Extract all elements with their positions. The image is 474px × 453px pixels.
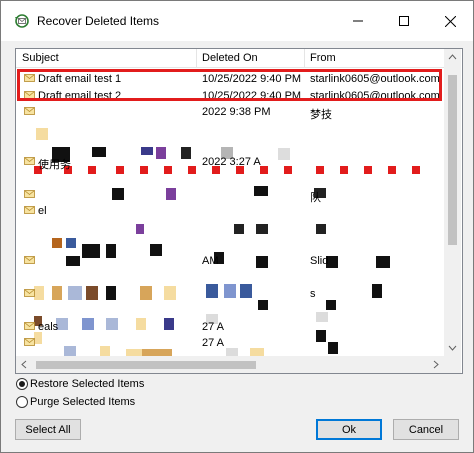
list-item[interactable] — [16, 137, 444, 153]
column-header: Subject Deleted On From — [16, 49, 444, 68]
list-item[interactable]: 2022 9:38 PM 梦技 — [16, 104, 444, 121]
cell-deleted-on: 2022 9:38 PM — [202, 106, 271, 118]
list-item[interactable] — [16, 236, 444, 252]
column-deleted-on[interactable]: Deleted On — [202, 52, 258, 64]
list-item[interactable] — [16, 170, 444, 186]
list-item[interactable]: 27 A — [16, 335, 444, 351]
title-bar: Recover Deleted Items — [1, 1, 473, 41]
list-item[interactable] — [16, 302, 444, 318]
envelope-icon — [24, 255, 35, 264]
rows-container: Draft email test 1 10/25/2022 9:40 PM star… — [16, 68, 444, 359]
restore-label[interactable]: Restore Selected Items — [30, 378, 144, 390]
minimize-button[interactable] — [335, 1, 381, 41]
select-all-button[interactable]: Select All — [15, 419, 81, 440]
cell-deleted-on: AM — [202, 254, 219, 267]
cell-deleted-on: 27 A — [202, 337, 225, 349]
list-item[interactable]: eals 27 A — [16, 319, 444, 335]
envelope-icon — [24, 206, 35, 214]
recover-icon — [15, 14, 29, 28]
list-item[interactable] — [16, 269, 444, 285]
cell-deleted-on: 27 A — [202, 320, 225, 333]
purge-label[interactable]: Purge Selected Items — [30, 396, 135, 408]
envelope-icon — [24, 156, 35, 165]
horizontal-scroll-thumb[interactable] — [36, 361, 256, 369]
scroll-corner — [444, 356, 461, 373]
cell-deleted-on: 2022 3:27 A — [202, 155, 261, 168]
restore-radio[interactable] — [16, 378, 28, 390]
column-from[interactable]: From — [310, 52, 336, 64]
maximize-icon — [399, 16, 409, 26]
ok-button[interactable]: Ok — [316, 419, 382, 440]
list-item[interactable] — [16, 220, 444, 236]
cell-subject: el — [38, 205, 47, 217]
list-item[interactable]: s — [16, 286, 444, 302]
horizontal-scrollbar[interactable] — [16, 356, 444, 373]
selection-highlight — [17, 69, 442, 101]
envelope-icon — [24, 288, 35, 297]
scroll-up-icon[interactable] — [444, 49, 461, 66]
cell-subject: eals — [38, 320, 59, 333]
column-subject[interactable]: Subject — [22, 52, 59, 64]
envelope-icon — [24, 338, 35, 346]
deleted-items-list[interactable]: Subject Deleted On From Draft email test… — [15, 48, 463, 374]
purge-radio[interactable] — [16, 396, 28, 408]
cancel-button[interactable]: Cancel — [393, 419, 459, 440]
cell-from: Slid — [310, 254, 329, 267]
list-item[interactable]: el — [16, 203, 444, 219]
close-button[interactable] — [427, 1, 473, 41]
close-icon — [444, 15, 456, 27]
scroll-right-icon[interactable] — [427, 356, 444, 373]
list-item[interactable]: 队 — [16, 187, 444, 204]
scroll-left-icon[interactable] — [16, 356, 33, 373]
envelope-icon — [24, 107, 35, 115]
vertical-scroll-thumb[interactable] — [448, 75, 457, 245]
recover-dialog: Recover Deleted Items Subject Deleted On… — [0, 0, 474, 453]
envelope-icon — [24, 189, 35, 198]
vertical-scrollbar[interactable] — [444, 49, 461, 356]
list-item[interactable] — [16, 121, 444, 137]
scroll-down-icon[interactable] — [444, 339, 461, 356]
minimize-icon — [353, 20, 363, 22]
restore-radio-dot — [19, 381, 25, 387]
cell-from: s — [310, 287, 316, 300]
list-item[interactable]: 使用务 2022 3:27 A — [16, 154, 444, 171]
window-title: Recover Deleted Items — [37, 14, 160, 28]
list-item[interactable]: AM Slid — [16, 253, 444, 269]
maximize-button[interactable] — [381, 1, 427, 41]
envelope-icon — [24, 321, 35, 330]
